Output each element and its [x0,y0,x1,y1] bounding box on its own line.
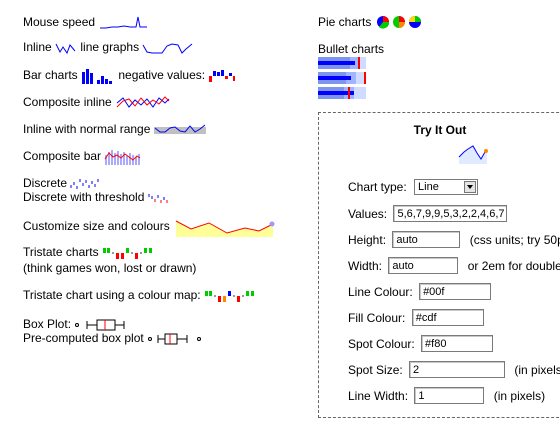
spot-size-row: Spot Size: 2 (in pixels) [348,361,560,378]
pie-charts-sparkline [376,16,421,29]
mouse-speed-label: Mouse speed [23,15,96,30]
discrete-row: Discrete [23,176,102,191]
inline-line-row: Inline line graphs [23,40,194,55]
customize-sparkline [175,220,275,237]
preview-sparkline [458,145,488,164]
discrete-threshold-row: Discrete with threshold [23,190,170,205]
line-colour-row: Line Colour: #00f [348,283,497,300]
tristate-note: (think games won, lost or drawn) [23,261,197,275]
chart-type-row: Chart type: Line [348,179,479,195]
values-label: Values: [348,206,388,221]
composite-inline-row: Composite inline [23,95,171,111]
line-width-row: Line Width: 1 (in pixels) [348,387,545,404]
composite-bar-row: Composite bar [23,149,142,165]
mouse-speed-sparkline [100,16,148,29]
values-row: Values: 5,6,7,9,9,5,3,2,2,4,6,7 [348,205,513,222]
composite-inline-sparkline [116,96,170,108]
tristate-note-row: (think games won, lost or drawn) [23,261,196,275]
customize-row: Customize size and colours [23,217,275,237]
line-colour-label: Line Colour: [348,284,413,299]
chart-type-select[interactable]: Line [414,179,479,195]
normal-range-sparkline [153,124,206,134]
negative-bar-sparkline [209,70,236,82]
line-colour-input[interactable]: #00f [419,283,492,300]
height-label: Height: [348,232,387,247]
discrete-threshold-label: Discrete with threshold [23,190,145,204]
precomputed-box-row: Pre-computed box plot [23,331,211,346]
width-row: Width: auto or 2em for double th [348,257,560,274]
spot-size-note: (in pixels) [514,362,560,377]
spot-colour-input[interactable]: #f80 [421,335,494,352]
line-width-note: (in pixels) [493,388,546,403]
line-graphs-label: line graphs [80,40,140,54]
discrete-sparkline [70,178,99,189]
width-label: Width: [348,258,383,273]
tristate-sparkline [102,247,152,259]
inline-sparkline [55,43,76,54]
tristate-colour-row: Tristate chart using a colour map: [23,288,258,303]
width-input[interactable]: auto [388,257,459,274]
bar-chart-sparkline [82,69,113,84]
dropdown-arrow-icon[interactable] [464,181,477,193]
pie-charts-row: Pie charts [318,14,425,30]
spot-colour-label: Spot Colour: [348,336,415,351]
chart-type-value: Line [418,181,439,193]
composite-bar-label: Composite bar [23,149,102,164]
height-input[interactable]: auto [392,231,461,248]
precomputed-box-sparkline [148,333,202,345]
fill-colour-row: Fill Colour: #cdf [348,309,490,326]
height-note: (css units; try 50px [469,232,560,247]
box-plot-row: Box Plot: [23,317,132,332]
customize-label: Customize size and colours [23,219,170,234]
mouse-speed-row: Mouse speed [23,15,148,31]
normal-range-row: Inline with normal range [23,122,206,138]
negative-values-label: negative values: [118,68,206,83]
precomputed-box-label: Pre-computed box plot [23,331,144,345]
values-input[interactable]: 5,6,7,9,9,5,3,2,2,4,6,7 [393,205,508,222]
tristate-colour-label: Tristate chart using a colour map: [23,288,201,302]
tristate-row: Tristate charts [23,245,154,260]
box-plot-label: Box Plot: [23,317,72,331]
try-it-out-panel: Try It Out Chart type: Line Values: 5,6,… [318,112,560,418]
line-width-label: Line Width: [348,388,409,403]
spot-colour-row: Spot Colour: #f80 [348,335,499,352]
discrete-label: Discrete [23,176,68,190]
normal-range-label: Inline with normal range [23,122,151,137]
bullet-charts-label: Bullet charts [318,42,385,56]
bar-charts-row: Bar charts negative values: [23,68,236,84]
fill-colour-label: Fill Colour: [348,310,406,325]
tristate-label: Tristate charts [23,245,99,259]
composite-inline-label: Composite inline [23,95,112,110]
bullet-charts-sparkline [318,57,366,99]
chart-type-label: Chart type: [348,180,407,194]
line-graph-sparkline [143,43,193,54]
pie-charts-label: Pie charts [318,15,372,29]
try-it-out-title: Try It Out [413,123,467,137]
fill-colour-input[interactable]: #cdf [411,309,484,326]
bar-charts-label: Bar charts [23,68,78,83]
line-width-input[interactable]: 1 [414,387,485,404]
spot-size-input[interactable]: 2 [409,361,506,378]
box-plot-sparkline [75,319,125,331]
composite-bar-sparkline [104,150,141,165]
tristate-colour-sparkline [204,290,254,302]
height-row: Height: auto (css units; try 50px [348,231,560,248]
width-note: or 2em for double th [467,258,560,273]
inline-label: Inline [23,40,52,54]
discrete-threshold-sparkline [148,193,168,203]
spot-size-label: Spot Size: [348,362,403,377]
